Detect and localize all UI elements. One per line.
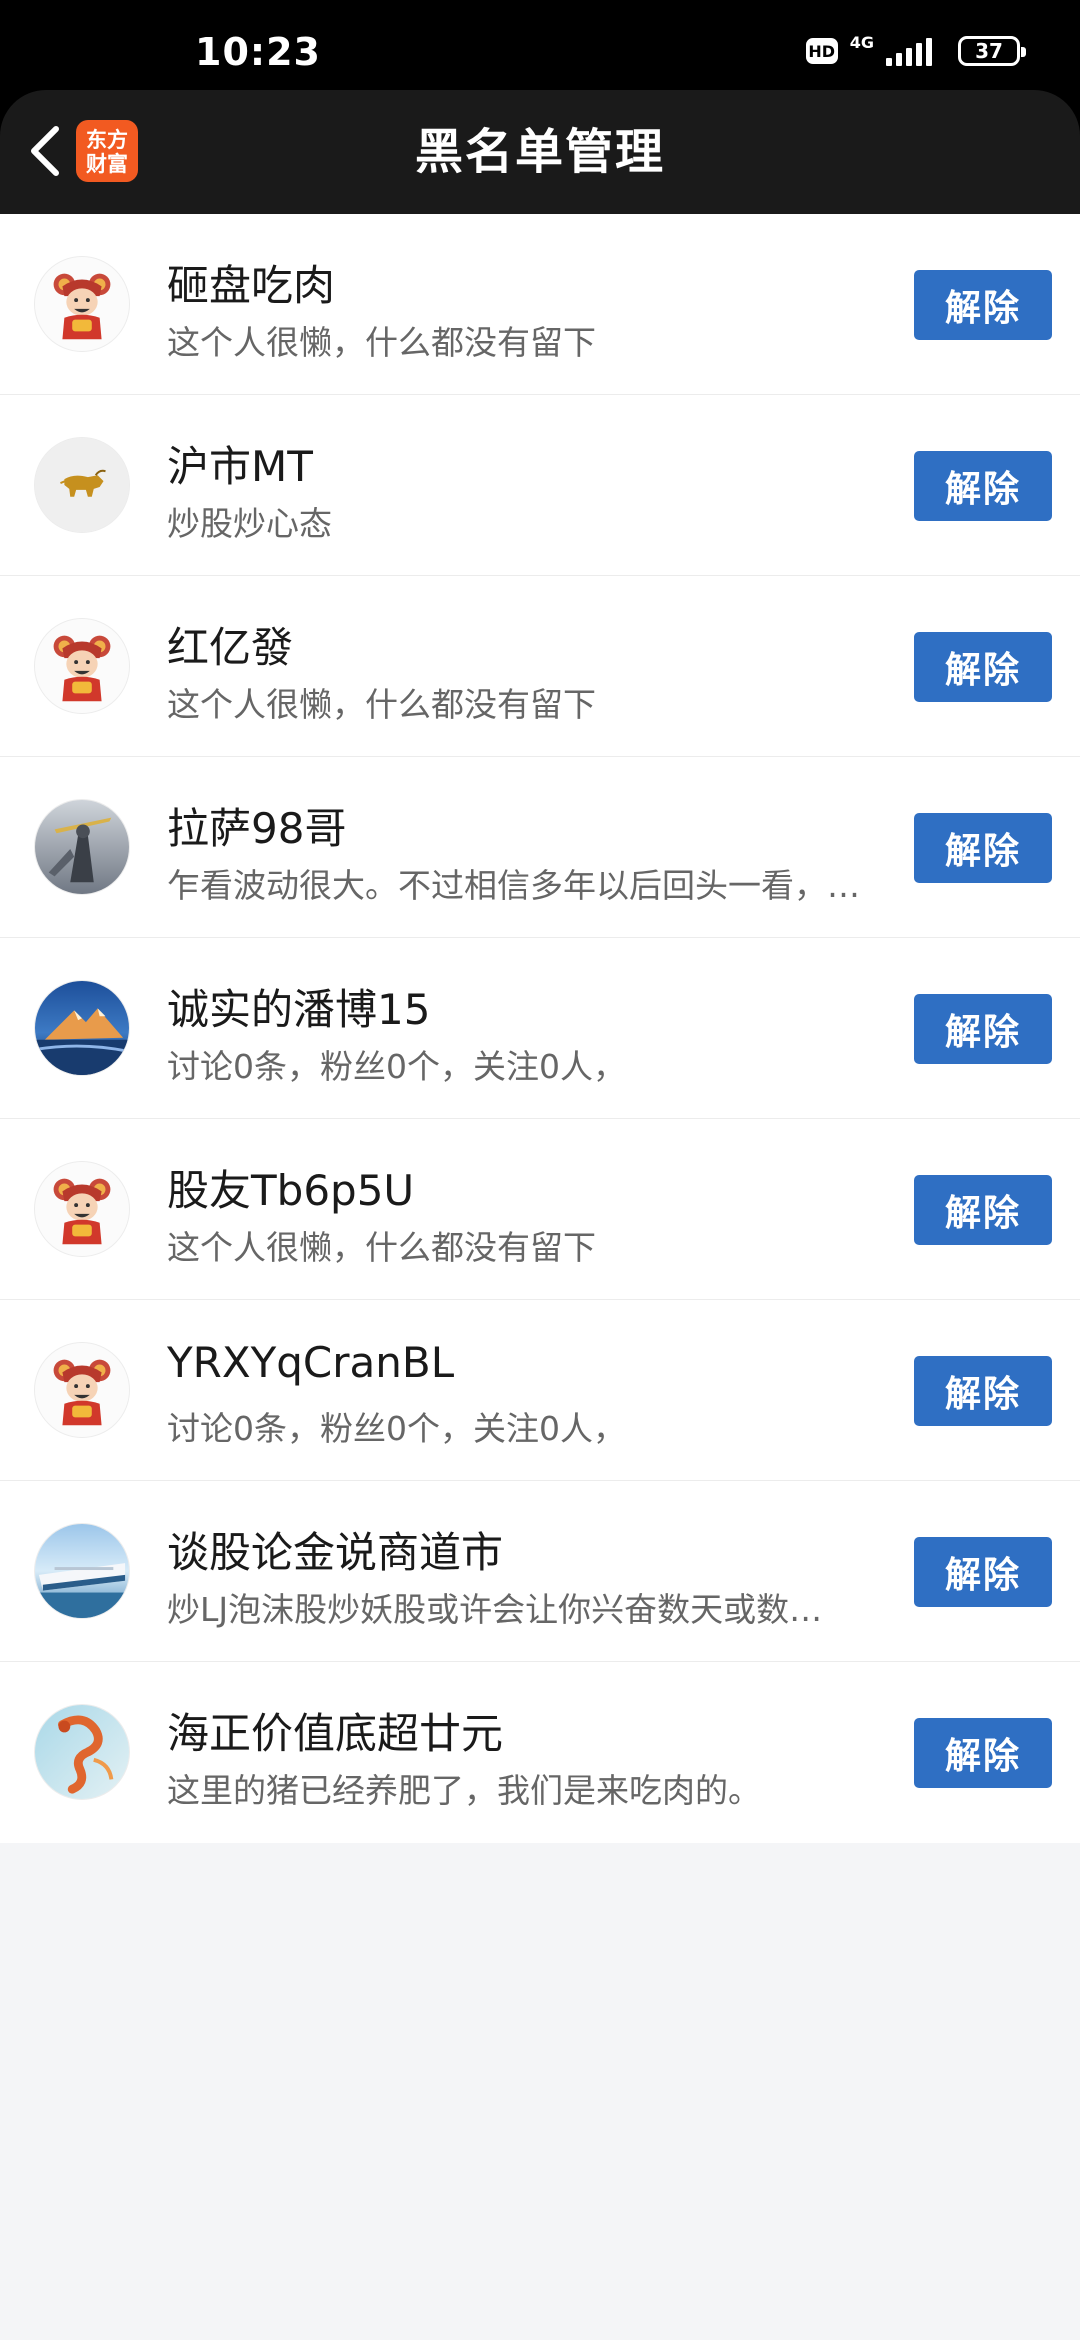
blacklist-item-7: YRXYqCranBL 讨论0条，粉丝0个，关注0人， 解除 <box>0 1300 1080 1481</box>
signal-icon <box>886 36 932 66</box>
blacklist-item-6: 股友Tb6p5U 这个人很懒，什么都没有留下 解除 <box>0 1119 1080 1300</box>
user-name: YRXYqCranBL <box>167 1338 455 1387</box>
bull-avatar-icon <box>35 438 129 532</box>
battery-icon: 37 <box>958 36 1026 66</box>
avatar[interactable] <box>34 1161 130 1257</box>
remove-button[interactable]: 解除 <box>914 994 1052 1064</box>
status-bar: 10:23 HD 4G 37 <box>0 0 1080 90</box>
status-time: 10:23 <box>195 30 321 74</box>
user-description: 这个人很懒，什么都没有留下 <box>167 323 596 362</box>
user-name: 诚实的潘博15 <box>167 985 431 1034</box>
user-name: 拉萨98哥 <box>167 804 347 853</box>
dragon-avatar-icon <box>35 1705 129 1799</box>
user-description: 讨论0条，粉丝0个，关注0人， <box>167 1409 626 1448</box>
blacklist-item-5: 诚实的潘博15 讨论0条，粉丝0个，关注0人， 解除 <box>0 938 1080 1119</box>
app-header: 东方 财富 黑名单管理 <box>0 90 1080 214</box>
warrior-avatar-icon <box>35 800 129 894</box>
network-type: 4G <box>849 33 874 52</box>
avatar[interactable] <box>34 618 130 714</box>
user-description: 这个人很懒，什么都没有留下 <box>167 1228 596 1267</box>
blacklist-item-4: 拉萨98哥 乍看波动很大。不过相信多年以后回头一看，… 解除 <box>0 757 1080 938</box>
blacklist-item-9: 海正价值底超廿元 这里的猪已经养肥了，我们是来吃肉的。 解除 <box>0 1662 1080 1843</box>
remove-button[interactable]: 解除 <box>914 1718 1052 1788</box>
avatar[interactable] <box>34 1523 130 1619</box>
blacklist-item-3: 红亿發 这个人很懒，什么都没有留下 解除 <box>0 576 1080 757</box>
ship-avatar-icon <box>35 1524 129 1618</box>
user-description: 乍看波动很大。不过相信多年以后回头一看，… <box>167 866 860 905</box>
avatar[interactable] <box>34 980 130 1076</box>
remove-button[interactable]: 解除 <box>914 1537 1052 1607</box>
header-bar: 东方 财富 黑名单管理 <box>0 90 1080 214</box>
user-name: 海正价值底超廿元 <box>167 1709 504 1758</box>
user-description: 这个人很懒，什么都没有留下 <box>167 685 596 724</box>
user-description: 炒LJ泡沫股炒妖股或许会让你兴奋数天或数… <box>167 1590 823 1629</box>
remove-button[interactable]: 解除 <box>914 451 1052 521</box>
mountain-avatar-icon <box>35 981 129 1075</box>
blacklist-item-1: 砸盘吃肉 这个人很懒，什么都没有留下 解除 <box>0 214 1080 395</box>
avatar[interactable] <box>34 1342 130 1438</box>
remove-button[interactable]: 解除 <box>914 1356 1052 1426</box>
remove-button[interactable]: 解除 <box>914 270 1052 340</box>
mascot-avatar-icon <box>35 1343 129 1437</box>
avatar[interactable] <box>34 256 130 352</box>
remove-button[interactable]: 解除 <box>914 813 1052 883</box>
mascot-avatar-icon <box>35 1162 129 1256</box>
user-description: 讨论0条，粉丝0个，关注0人， <box>167 1047 626 1086</box>
blacklist-item-8: 谈股论金说商道市 炒LJ泡沫股炒妖股或许会让你兴奋数天或数… 解除 <box>0 1481 1080 1662</box>
status-icons: HD 4G 37 <box>805 33 1026 66</box>
user-description: 这里的猪已经养肥了，我们是来吃肉的。 <box>167 1771 761 1810</box>
page-title: 黑名单管理 <box>414 124 665 180</box>
blacklist: 砸盘吃肉 这个人很懒，什么都没有留下 解除 沪市MT 炒股炒心态 解除 红亿發 … <box>0 214 1080 1843</box>
avatar[interactable] <box>34 437 130 533</box>
avatar[interactable] <box>34 799 130 895</box>
mascot-avatar-icon <box>35 619 129 713</box>
remove-button[interactable]: 解除 <box>914 632 1052 702</box>
remove-button[interactable]: 解除 <box>914 1175 1052 1245</box>
mascot-avatar-icon <box>35 257 129 351</box>
user-name: 红亿發 <box>167 623 294 672</box>
hd-icon: HD <box>805 38 838 64</box>
user-name: 砸盘吃肉 <box>167 261 336 310</box>
user-description: 炒股炒心态 <box>167 504 332 543</box>
user-name: 沪市MT <box>167 442 313 491</box>
avatar[interactable] <box>34 1704 130 1800</box>
user-name: 股友Tb6p5U <box>167 1166 415 1215</box>
blacklist-item-2: 沪市MT 炒股炒心态 解除 <box>0 395 1080 576</box>
user-name: 谈股论金说商道市 <box>167 1528 504 1577</box>
